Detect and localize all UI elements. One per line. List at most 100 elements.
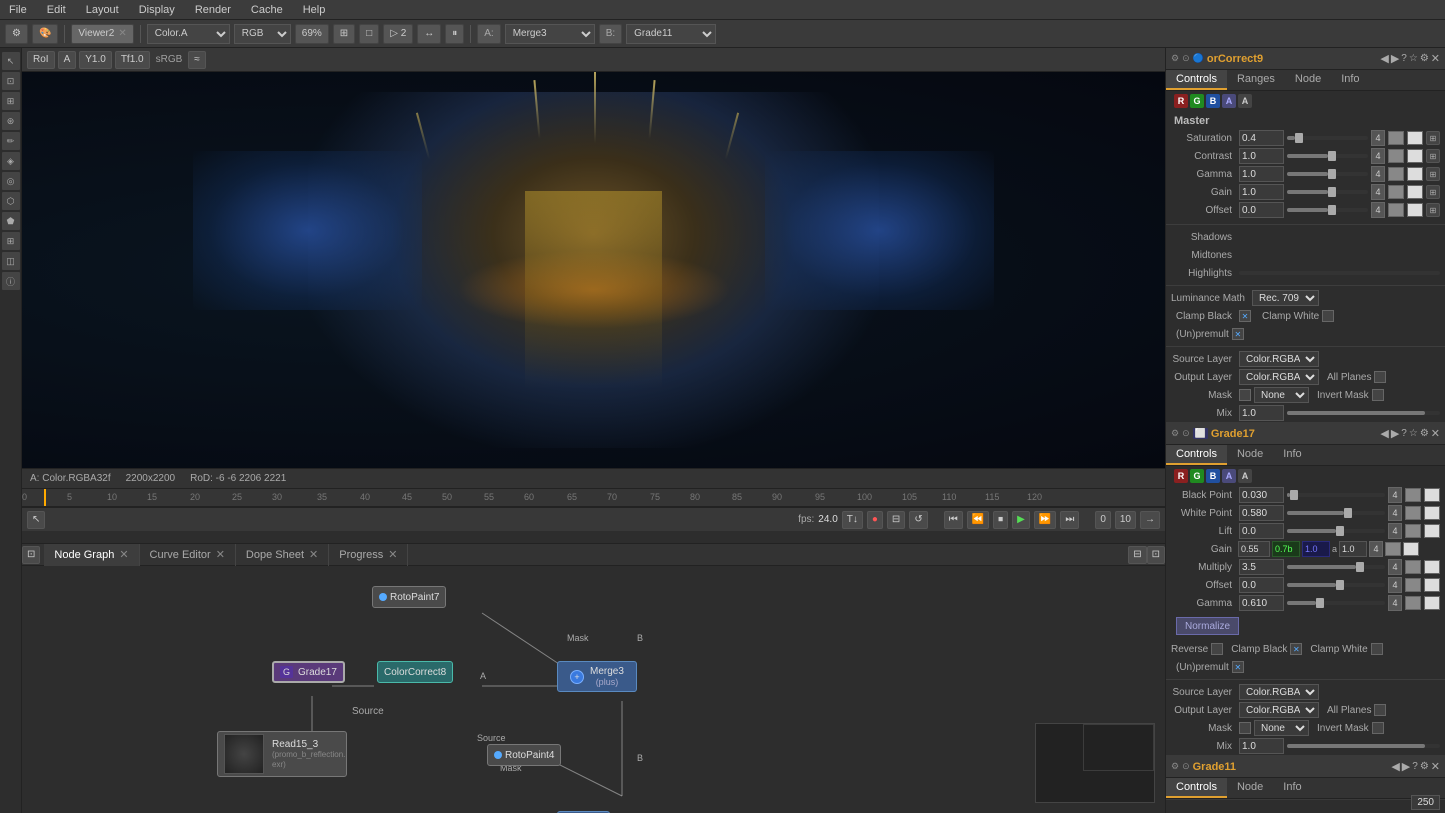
pause-btn[interactable]: ⏸ — [445, 24, 464, 44]
tool-clone[interactable]: ◎ — [2, 172, 20, 190]
grade17-unpremult-check[interactable]: ✕ — [1232, 661, 1244, 673]
grade17-offset-swatch[interactable] — [1405, 578, 1421, 592]
tool-arrow[interactable]: ↖ — [2, 52, 20, 70]
colorspace-select[interactable]: RGBRGBA — [234, 24, 291, 44]
frame-end-display[interactable]: 250 — [1411, 795, 1440, 810]
viewer-tab[interactable]: Viewer2 ✕ — [71, 24, 133, 44]
white-point-btn[interactable]: 4 — [1388, 505, 1402, 521]
menu-layout[interactable]: Layout — [82, 4, 123, 16]
prop-bookmark[interactable]: ☆ — [1409, 53, 1418, 64]
tool-paint[interactable]: ✏ — [2, 132, 20, 150]
unpremult-check[interactable]: ✕ — [1232, 328, 1244, 340]
source-layer-select[interactable]: Color.RGBA — [1239, 351, 1319, 367]
grade17-clamp-black-check[interactable]: ✕ — [1290, 643, 1302, 655]
tool-select[interactable]: ⊡ — [2, 72, 20, 90]
channel-b[interactable]: B — [1206, 94, 1220, 108]
grade17-mask-check[interactable] — [1239, 722, 1251, 734]
contrast-slider[interactable] — [1287, 154, 1368, 158]
node-rotopaint7[interactable]: RotoPaint7 — [372, 586, 446, 608]
contrast-decr[interactable]: 4 — [1371, 148, 1385, 164]
clamp-white-check[interactable] — [1322, 310, 1334, 322]
tool-crop[interactable]: ⊞ — [2, 92, 20, 110]
bottom-maximize[interactable]: ⊡ — [1147, 546, 1165, 564]
g11-tab-info[interactable]: Info — [1273, 778, 1311, 798]
proxy-level[interactable]: ▷ 2 — [383, 24, 413, 44]
invert-mask-check[interactable] — [1372, 389, 1384, 401]
saturation-slider[interactable] — [1287, 136, 1368, 140]
grade17-offset-white[interactable] — [1424, 578, 1440, 592]
clamp-black-check[interactable]: ✕ — [1239, 310, 1251, 322]
grade17-offset-btn[interactable]: 4 — [1388, 577, 1402, 593]
grade17-gamma-swatch[interactable] — [1405, 596, 1421, 610]
toolbar-color-btn[interactable]: 🎨 — [32, 24, 58, 44]
zoom-btn[interactable]: 69% — [295, 24, 329, 44]
grade17-offset-slider[interactable] — [1287, 583, 1385, 587]
grade17-reverse-check[interactable] — [1211, 643, 1223, 655]
gamma-swatch[interactable] — [1388, 167, 1404, 181]
g17-close[interactable]: ✕ — [1431, 427, 1440, 440]
gamma-input[interactable] — [1239, 166, 1284, 182]
viewer-roi-btn[interactable]: RoI — [27, 51, 55, 69]
black-point-swatch[interactable] — [1405, 488, 1421, 502]
channel-g[interactable]: G — [1190, 94, 1204, 108]
mask-select[interactable]: None — [1254, 387, 1309, 403]
playhead[interactable] — [44, 489, 46, 506]
g11-tab-node[interactable]: Node — [1227, 778, 1273, 798]
contrast-white[interactable] — [1407, 149, 1423, 163]
grade17-gamma-btn[interactable]: 4 — [1388, 595, 1402, 611]
grade17-gain-g[interactable] — [1272, 541, 1300, 557]
grade17-mask-select[interactable]: None — [1254, 720, 1309, 736]
grade17-gain-swatch[interactable] — [1385, 542, 1401, 556]
grade17-gain-b[interactable] — [1302, 541, 1330, 557]
menu-cache[interactable]: Cache — [247, 4, 287, 16]
g17-tab-node[interactable]: Node — [1227, 445, 1273, 465]
offset-swatch[interactable] — [1388, 203, 1404, 217]
close-curve-editor[interactable]: ✕ — [216, 548, 225, 561]
black-point-btn[interactable]: 4 — [1388, 487, 1402, 503]
saturation-white[interactable] — [1407, 131, 1423, 145]
grade17-output-select[interactable]: Color.RGBA — [1239, 702, 1319, 718]
tool-roto[interactable]: ⬡ — [2, 192, 20, 210]
lift-swatch[interactable] — [1405, 524, 1421, 538]
gain-decr[interactable]: 4 — [1371, 184, 1385, 200]
grade17-gamma-slider[interactable] — [1287, 601, 1385, 605]
goto-start[interactable]: ⏮ — [944, 511, 963, 529]
lift-input[interactable] — [1239, 523, 1284, 539]
grade17-gain-r[interactable] — [1238, 541, 1270, 557]
g17-nav-left[interactable]: ◀ — [1380, 427, 1388, 440]
tab-info[interactable]: Info — [1331, 70, 1369, 90]
menu-edit[interactable]: Edit — [43, 4, 70, 16]
white-point-slider[interactable] — [1287, 511, 1385, 515]
grade17-gain-btn[interactable]: 4 — [1369, 541, 1383, 557]
grade17-mix-slider[interactable] — [1287, 744, 1440, 748]
gain-swatch[interactable] — [1388, 185, 1404, 199]
gain-btn[interactable]: ↔ — [417, 24, 441, 44]
mix-input[interactable] — [1239, 405, 1284, 421]
grade17-gain-white[interactable] — [1403, 542, 1419, 556]
contrast-channel[interactable]: ⊞ — [1426, 149, 1440, 163]
grade17-invert-mask-check[interactable] — [1372, 722, 1384, 734]
node-read15[interactable]: Read15_3 (promo_b_reflection. exr) — [217, 731, 347, 777]
gamma-decr[interactable]: 4 — [1371, 166, 1385, 182]
viewer-gain-val[interactable]: Y 1.0 — [79, 51, 112, 69]
output-layer-select[interactable]: Color.RGBA — [1239, 369, 1319, 385]
lift-slider[interactable] — [1287, 529, 1385, 533]
g11-tab-controls[interactable]: Controls — [1166, 778, 1227, 798]
offset-decr[interactable]: 4 — [1371, 202, 1385, 218]
frame-indicator[interactable]: 0 — [1095, 511, 1111, 529]
tool-mask[interactable]: ⬟ — [2, 212, 20, 230]
grade17-gamma-input[interactable] — [1239, 595, 1284, 611]
menu-help[interactable]: Help — [299, 4, 330, 16]
fps-config[interactable]: T↓ — [842, 511, 863, 529]
multiply-btn[interactable]: 4 — [1388, 559, 1402, 575]
channel-ba[interactable]: A — [1222, 94, 1236, 108]
tool-color[interactable]: ◈ — [2, 152, 20, 170]
close-progress[interactable]: ✕ — [388, 548, 397, 561]
channel-select[interactable]: Color.AColor.RGBA — [147, 24, 230, 44]
normalize-button[interactable]: Normalize — [1176, 617, 1239, 635]
g11-nav-right[interactable]: ▶ — [1402, 760, 1410, 773]
tab-progress[interactable]: Progress ✕ — [329, 544, 408, 566]
gain-input[interactable] — [1239, 184, 1284, 200]
channel-r[interactable]: R — [1174, 94, 1188, 108]
select-tool[interactable]: ↖ — [27, 511, 45, 529]
